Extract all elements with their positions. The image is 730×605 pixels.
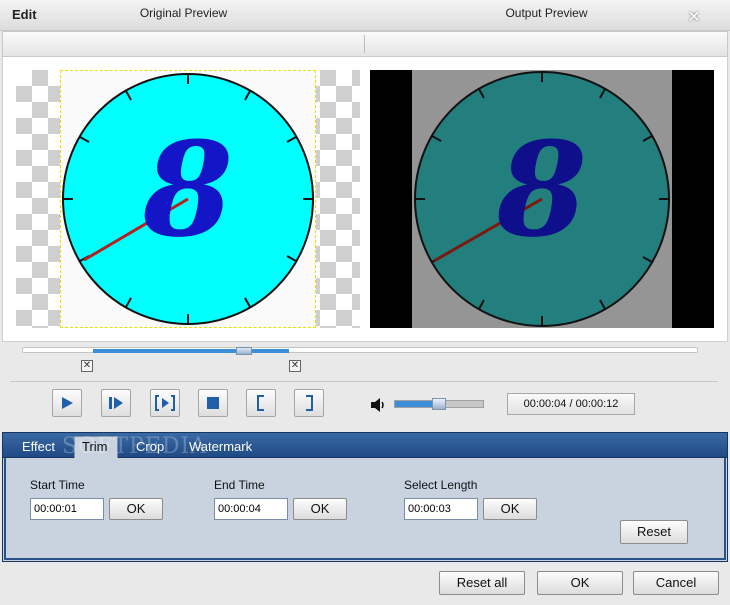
ok-button[interactable]: OK <box>537 571 623 595</box>
mark-in-button[interactable] <box>246 389 276 417</box>
start-time-label: Start Time <box>30 478 85 492</box>
step-forward-icon <box>109 397 123 409</box>
volume-thumb[interactable] <box>432 398 446 410</box>
preview-header <box>2 31 728 57</box>
timeline-playhead[interactable] <box>236 347 252 355</box>
start-time-input[interactable] <box>30 498 104 520</box>
select-length-ok-button[interactable]: OK <box>483 498 537 520</box>
reset-all-button[interactable]: Reset all <box>439 571 525 595</box>
time-display: 00:00:04 / 00:00:12 <box>507 393 635 415</box>
tab-crop[interactable]: Crop <box>136 439 164 454</box>
play-selection-icon <box>155 395 175 411</box>
reset-button[interactable]: Reset <box>620 520 688 544</box>
original-preview-label: Original Preview <box>139 6 228 20</box>
timeline-divider <box>10 381 718 382</box>
select-length-input[interactable] <box>404 498 478 520</box>
end-time-label: End Time <box>214 478 265 492</box>
original-clock-digit: 8 <box>142 113 233 266</box>
timeline-selection <box>93 349 289 353</box>
trim-end-marker-icon[interactable]: ✕ <box>289 360 301 372</box>
trim-start-marker-icon[interactable]: ✕ <box>81 360 93 372</box>
output-clock-image: 8 <box>414 71 670 327</box>
volume-icon[interactable] <box>370 397 388 413</box>
step-forward-button[interactable] <box>101 389 131 417</box>
play-button[interactable] <box>52 389 82 417</box>
play-selection-button[interactable] <box>150 389 180 417</box>
mark-out-button[interactable] <box>294 389 324 417</box>
tab-watermark[interactable]: Watermark <box>189 439 252 454</box>
select-length-label: Select Length <box>404 478 478 492</box>
play-icon <box>62 397 73 409</box>
start-time-ok-button[interactable]: OK <box>109 498 163 520</box>
header-divider <box>364 35 365 53</box>
cancel-button[interactable]: Cancel <box>633 571 719 595</box>
output-clock-digit: 8 <box>496 113 587 266</box>
mark-out-icon <box>306 395 313 411</box>
tab-trim[interactable]: Trim <box>82 439 108 454</box>
output-preview-label: Output Preview <box>505 6 588 20</box>
end-time-ok-button[interactable]: OK <box>293 498 347 520</box>
end-time-input[interactable] <box>214 498 288 520</box>
tab-effect[interactable]: Effect <box>22 439 55 454</box>
stop-icon <box>207 397 219 409</box>
mark-in-icon <box>257 395 264 411</box>
stop-button[interactable] <box>198 389 228 417</box>
original-clock-image: 8 <box>62 73 314 325</box>
